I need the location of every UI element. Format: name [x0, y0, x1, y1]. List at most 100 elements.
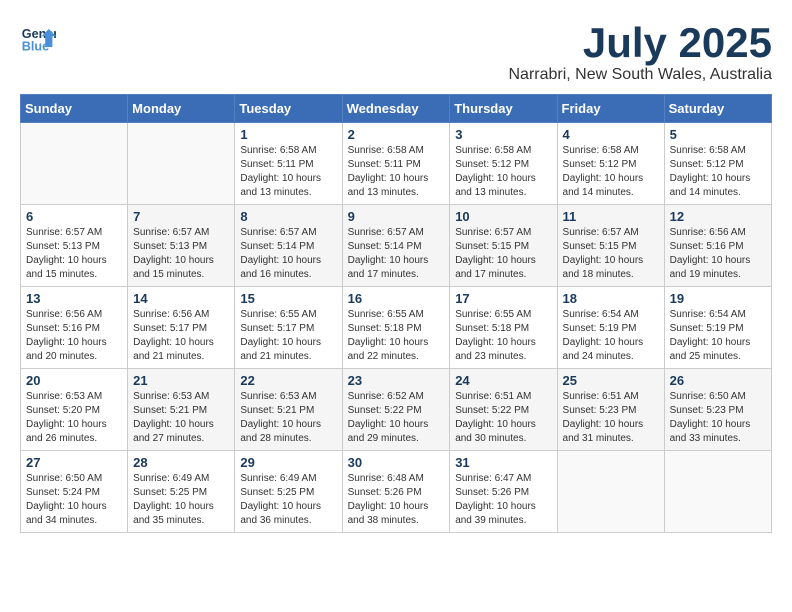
- day-number: 20: [26, 373, 122, 388]
- day-info: Sunrise: 6:58 AM Sunset: 5:12 PM Dayligh…: [670, 144, 766, 200]
- day-info: Sunrise: 6:55 AM Sunset: 5:18 PM Dayligh…: [348, 308, 445, 364]
- calendar-day-cell: 23 Sunrise: 6:52 AM Sunset: 5:22 PM Dayli…: [342, 369, 450, 451]
- calendar-day-cell: 25 Sunrise: 6:51 AM Sunset: 5:23 PM Dayli…: [557, 369, 664, 451]
- day-info: Sunrise: 6:58 AM Sunset: 5:12 PM Dayligh…: [563, 144, 659, 200]
- calendar-day-cell: 29 Sunrise: 6:49 AM Sunset: 5:25 PM Dayli…: [235, 451, 342, 533]
- day-info: Sunrise: 6:57 AM Sunset: 5:15 PM Dayligh…: [455, 226, 551, 282]
- calendar-day-cell: [128, 123, 235, 205]
- day-number: 14: [133, 291, 229, 306]
- calendar-day-cell: 9Sunrise: 6:57 AM Sunset: 5:14 PM Daylig…: [342, 205, 450, 287]
- day-info: Sunrise: 6:58 AM Sunset: 5:11 PM Dayligh…: [348, 144, 445, 200]
- weekday-header: SundayMondayTuesdayWednesdayThursdayFrid…: [21, 95, 772, 123]
- day-number: 17: [455, 291, 551, 306]
- day-number: 27: [26, 455, 122, 470]
- calendar-day-cell: [664, 451, 771, 533]
- weekday-header-cell: Sunday: [21, 95, 128, 123]
- calendar-day-cell: 6 Sunrise: 6:57 AM Sunset: 5:13 PM Daylig…: [21, 205, 128, 287]
- calendar-week-row: 1 Sunrise: 6:58 AM Sunset: 5:11 PM Daylig…: [21, 123, 772, 205]
- month-title: July 2025: [508, 20, 772, 66]
- calendar-day-cell: 11 Sunrise: 6:57 AM Sunset: 5:15 PM Dayli…: [557, 205, 664, 287]
- day-info: Sunrise: 6:55 AM Sunset: 5:17 PM Dayligh…: [240, 308, 336, 364]
- day-info: Sunrise: 6:51 AM Sunset: 5:23 PM Dayligh…: [563, 390, 659, 446]
- day-number: 11: [563, 209, 659, 224]
- calendar-week-row: 20Sunrise: 6:53 AM Sunset: 5:20 PM Dayli…: [21, 369, 772, 451]
- day-number: 16: [348, 291, 445, 306]
- calendar-day-cell: 8Sunrise: 6:57 AM Sunset: 5:14 PM Daylig…: [235, 205, 342, 287]
- calendar-week-row: 6 Sunrise: 6:57 AM Sunset: 5:13 PM Daylig…: [21, 205, 772, 287]
- calendar-day-cell: 28 Sunrise: 6:49 AM Sunset: 5:25 PM Dayli…: [128, 451, 235, 533]
- calendar-day-cell: 22 Sunrise: 6:53 AM Sunset: 5:21 PM Dayli…: [235, 369, 342, 451]
- calendar-body: 1 Sunrise: 6:58 AM Sunset: 5:11 PM Daylig…: [21, 123, 772, 533]
- day-number: 9: [348, 209, 445, 224]
- day-number: 22: [240, 373, 336, 388]
- calendar-day-cell: 24Sunrise: 6:51 AM Sunset: 5:22 PM Dayli…: [450, 369, 557, 451]
- day-number: 6: [26, 209, 122, 224]
- day-info: Sunrise: 6:47 AM Sunset: 5:26 PM Dayligh…: [455, 472, 551, 528]
- calendar-day-cell: 10 Sunrise: 6:57 AM Sunset: 5:15 PM Dayli…: [450, 205, 557, 287]
- calendar-day-cell: [557, 451, 664, 533]
- weekday-header-cell: Wednesday: [342, 95, 450, 123]
- day-info: Sunrise: 6:55 AM Sunset: 5:18 PM Dayligh…: [455, 308, 551, 364]
- day-number: 4: [563, 127, 659, 142]
- calendar-day-cell: 4 Sunrise: 6:58 AM Sunset: 5:12 PM Daylig…: [557, 123, 664, 205]
- day-number: 8: [240, 209, 336, 224]
- day-number: 21: [133, 373, 229, 388]
- day-number: 28: [133, 455, 229, 470]
- day-number: 3: [455, 127, 551, 142]
- day-info: Sunrise: 6:57 AM Sunset: 5:13 PM Dayligh…: [133, 226, 229, 282]
- weekday-header-cell: Tuesday: [235, 95, 342, 123]
- day-info: Sunrise: 6:57 AM Sunset: 5:13 PM Dayligh…: [26, 226, 122, 282]
- day-number: 12: [670, 209, 766, 224]
- day-number: 23: [348, 373, 445, 388]
- day-info: Sunrise: 6:56 AM Sunset: 5:16 PM Dayligh…: [26, 308, 122, 364]
- day-number: 30: [348, 455, 445, 470]
- day-number: 5: [670, 127, 766, 142]
- day-info: Sunrise: 6:49 AM Sunset: 5:25 PM Dayligh…: [133, 472, 229, 528]
- day-number: 26: [670, 373, 766, 388]
- logo: General Blue: [20, 20, 56, 56]
- day-info: Sunrise: 6:50 AM Sunset: 5:24 PM Dayligh…: [26, 472, 122, 528]
- calendar-day-cell: 14 Sunrise: 6:56 AM Sunset: 5:17 PM Dayli…: [128, 287, 235, 369]
- calendar-day-cell: [21, 123, 128, 205]
- location-title: Narrabri, New South Wales, Australia: [508, 66, 772, 84]
- day-info: Sunrise: 6:57 AM Sunset: 5:15 PM Dayligh…: [563, 226, 659, 282]
- day-info: Sunrise: 6:56 AM Sunset: 5:16 PM Dayligh…: [670, 226, 766, 282]
- day-number: 25: [563, 373, 659, 388]
- title-area: July 2025 Narrabri, New South Wales, Aus…: [508, 20, 772, 84]
- day-number: 15: [240, 291, 336, 306]
- day-number: 2: [348, 127, 445, 142]
- calendar-day-cell: 17 Sunrise: 6:55 AM Sunset: 5:18 PM Dayli…: [450, 287, 557, 369]
- calendar-day-cell: 18Sunrise: 6:54 AM Sunset: 5:19 PM Dayli…: [557, 287, 664, 369]
- day-info: Sunrise: 6:48 AM Sunset: 5:26 PM Dayligh…: [348, 472, 445, 528]
- day-info: Sunrise: 6:50 AM Sunset: 5:23 PM Dayligh…: [670, 390, 766, 446]
- day-info: Sunrise: 6:54 AM Sunset: 5:19 PM Dayligh…: [670, 308, 766, 364]
- calendar-day-cell: 7 Sunrise: 6:57 AM Sunset: 5:13 PM Daylig…: [128, 205, 235, 287]
- calendar-day-cell: 5 Sunrise: 6:58 AM Sunset: 5:12 PM Daylig…: [664, 123, 771, 205]
- weekday-header-cell: Thursday: [450, 95, 557, 123]
- day-info: Sunrise: 6:56 AM Sunset: 5:17 PM Dayligh…: [133, 308, 229, 364]
- weekday-header-cell: Saturday: [664, 95, 771, 123]
- calendar-day-cell: 21 Sunrise: 6:53 AM Sunset: 5:21 PM Dayli…: [128, 369, 235, 451]
- calendar-day-cell: 30 Sunrise: 6:48 AM Sunset: 5:26 PM Dayli…: [342, 451, 450, 533]
- calendar-day-cell: 31 Sunrise: 6:47 AM Sunset: 5:26 PM Dayli…: [450, 451, 557, 533]
- logo-icon: General Blue: [20, 20, 56, 56]
- day-number: 7: [133, 209, 229, 224]
- calendar-day-cell: 2 Sunrise: 6:58 AM Sunset: 5:11 PM Daylig…: [342, 123, 450, 205]
- calendar-day-cell: 26 Sunrise: 6:50 AM Sunset: 5:23 PM Dayli…: [664, 369, 771, 451]
- day-info: Sunrise: 6:49 AM Sunset: 5:25 PM Dayligh…: [240, 472, 336, 528]
- day-number: 18: [563, 291, 659, 306]
- day-number: 29: [240, 455, 336, 470]
- day-info: Sunrise: 6:52 AM Sunset: 5:22 PM Dayligh…: [348, 390, 445, 446]
- day-info: Sunrise: 6:53 AM Sunset: 5:21 PM Dayligh…: [133, 390, 229, 446]
- day-number: 1: [240, 127, 336, 142]
- calendar: SundayMondayTuesdayWednesdayThursdayFrid…: [20, 94, 772, 533]
- day-number: 10: [455, 209, 551, 224]
- svg-text:Blue: Blue: [22, 40, 49, 54]
- day-number: 31: [455, 455, 551, 470]
- header: General Blue July 2025 Narrabri, New Sou…: [20, 20, 772, 84]
- day-number: 19: [670, 291, 766, 306]
- weekday-header-cell: Friday: [557, 95, 664, 123]
- calendar-week-row: 27 Sunrise: 6:50 AM Sunset: 5:24 PM Dayli…: [21, 451, 772, 533]
- day-info: Sunrise: 6:53 AM Sunset: 5:21 PM Dayligh…: [240, 390, 336, 446]
- calendar-day-cell: 1Sunrise: 6:58 AM Sunset: 5:11 PM Daylig…: [235, 123, 342, 205]
